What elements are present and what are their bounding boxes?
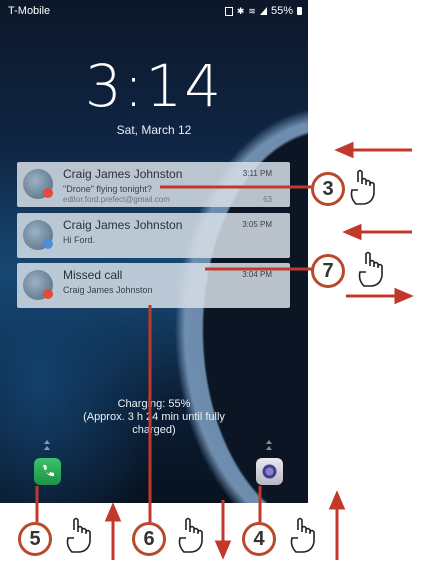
arrow-left-icon bbox=[334, 141, 412, 159]
arrow-down-icon bbox=[214, 500, 232, 560]
arrow-up-icon bbox=[328, 490, 346, 560]
callout-7: 7 bbox=[311, 254, 345, 288]
hand-pointer-icon bbox=[358, 251, 383, 287]
hand-pointer-icon bbox=[66, 517, 91, 553]
hand-pointer-icon bbox=[178, 517, 203, 553]
annotation-overlay bbox=[35, 141, 414, 560]
callout-4: 4 bbox=[242, 522, 276, 556]
callout-6: 6 bbox=[132, 522, 166, 556]
hand-pointer-icon bbox=[290, 517, 315, 553]
callout-5: 5 bbox=[18, 522, 52, 556]
hand-pointer-icon bbox=[350, 169, 375, 205]
arrow-left-icon bbox=[342, 223, 412, 241]
arrow-up-icon bbox=[104, 502, 122, 560]
callout-3: 3 bbox=[311, 172, 345, 206]
arrow-right-icon bbox=[346, 287, 414, 305]
